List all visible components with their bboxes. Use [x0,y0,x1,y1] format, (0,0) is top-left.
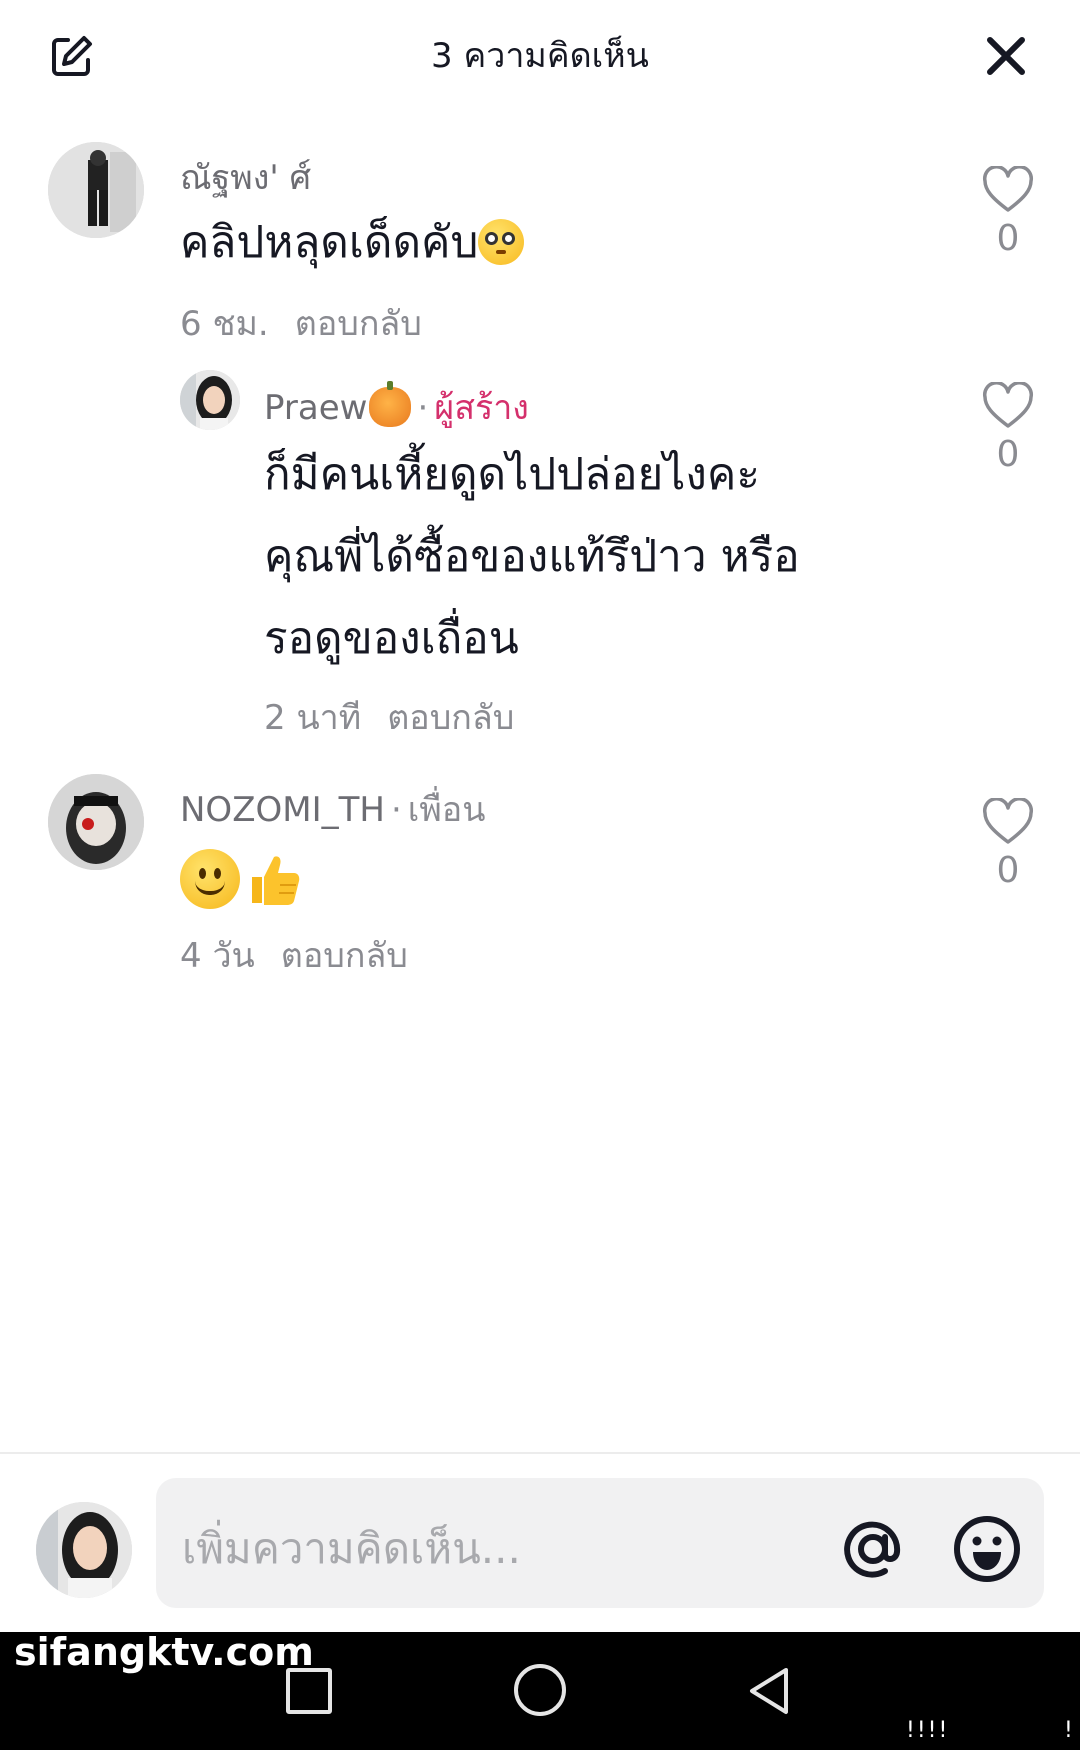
username[interactable]: ณัฐพง' ศ์ [180,150,311,204]
comment-line: ก็มีคนเหี้ยดูดไปปล่อยไงคะ [264,449,760,500]
avatar[interactable] [180,370,240,430]
mention-icon[interactable] [838,1514,908,1584]
thumbs-up-icon [252,856,300,905]
comment-text-body: คลิปหลุดเด็ดคับ [180,217,479,268]
like-count: 0 [996,218,1020,259]
watermark: sifangktv.com [14,1630,314,1674]
separator: · [417,388,429,428]
comment-text: ก็มีคนเหี้ยดูดไปปล่อยไงคะ คุณพี่ได้ซื้อข… [264,434,800,680]
like-count: 0 [996,850,1020,891]
divider [0,1452,1080,1454]
comment-text [180,836,304,918]
like-count: 0 [996,434,1020,475]
reply-button[interactable]: ตอบกลับ [295,304,422,344]
nav-edge-indicator: ! [1064,1718,1073,1743]
slightly-smiling-face-icon [180,849,240,909]
username[interactable]: Praew · ผู้สร้าง [264,380,529,434]
avatar[interactable] [48,142,144,238]
sheet-header: 3 ความคิดเห็น [0,0,1080,110]
comment-meta: 2 นาที ตอบกลับ [264,690,514,744]
heart-icon [982,382,1034,428]
flushed-face-icon [478,219,525,265]
avatar[interactable] [48,774,144,870]
comment-input-placeholder: เพิ่มความคิดเห็น... [182,1524,521,1573]
friend-badge: เพื่อน [407,790,486,830]
comment-meta: 6 ชม. ตอบกลับ [180,296,422,350]
comment-line: รอดูของเถื่อน [264,613,519,664]
home-icon[interactable] [514,1664,566,1716]
recent-apps-icon[interactable] [286,1668,332,1714]
back-icon[interactable] [744,1664,796,1718]
nav-indicator: !!!! [906,1718,950,1743]
separator: · [390,790,402,830]
reply-button[interactable]: ตอบกลับ [281,936,408,976]
heart-icon [982,798,1034,844]
comment-time: 6 ชม. [180,304,269,344]
comment-line: คุณพี่ได้ซื้อของแท้รึป่าว หรือ [264,531,800,582]
heart-icon [982,166,1034,212]
comment-text: คลิปหลุดเด็ดคับ [180,202,525,284]
comment-meta: 4 วัน ตอบกลับ [180,928,408,982]
comment-time: 4 วัน [180,936,255,976]
close-icon[interactable] [980,30,1032,82]
reply-button[interactable]: ตอบกลับ [387,698,514,738]
username-text: NOZOMI_TH [180,790,385,830]
emoji-icon[interactable] [952,1514,1022,1584]
jack-o-lantern-icon [369,381,412,427]
username[interactable]: NOZOMI_TH · เพื่อน [180,782,485,836]
like-button[interactable]: 0 [978,382,1038,475]
comments-sheet: 3 ความคิดเห็น ณัฐพง' ศ์ คลิปหลุดเด็ดคับ … [0,0,1080,1750]
creator-badge: ผู้สร้าง [434,388,529,428]
like-button[interactable]: 0 [978,166,1038,259]
username-text: Praew [264,388,368,428]
like-button[interactable]: 0 [978,798,1038,891]
comment-input[interactable]: เพิ่มความคิดเห็น... [156,1478,1044,1608]
comment-time: 2 นาที [264,698,362,738]
comment-count-title: 3 ความคิดเห็น [431,36,649,76]
my-avatar [36,1502,132,1598]
